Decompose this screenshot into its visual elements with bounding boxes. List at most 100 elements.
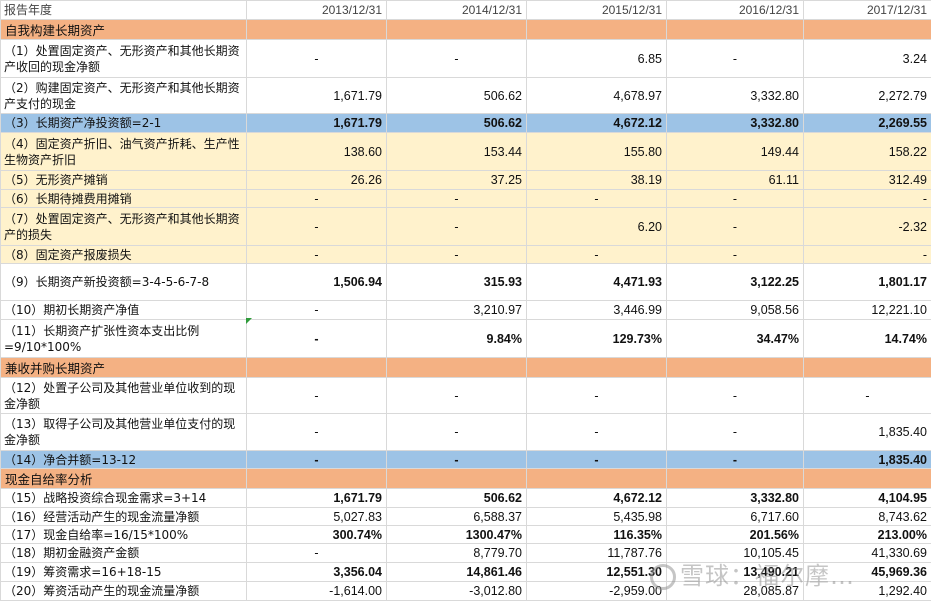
cell-value: 37.25 xyxy=(387,171,527,190)
cell-value: 8,743.62 xyxy=(804,508,931,526)
table-row: （12）处置子公司及其他营业单位收到的现金净额 - - - - - xyxy=(1,378,931,414)
cell-value: 506.62 xyxy=(387,489,527,508)
year-header: 2013/12/31 xyxy=(247,1,387,20)
table-row: （11）长期资产扩张性资本支出比例=9/10*100% - 9.84% 129.… xyxy=(1,320,931,358)
cell-value: - xyxy=(527,190,667,208)
cell-value: - xyxy=(387,246,527,264)
cell-value: 3,332.80 xyxy=(667,114,804,133)
row-label: （1）处置固定资产、无形资产和其他长期资产收回的现金净额 xyxy=(1,40,247,78)
cell-value: 14.74% xyxy=(804,320,931,358)
row-label: （13）取得子公司及其他营业单位支付的现金净额 xyxy=(1,414,247,451)
cell-value: 138.60 xyxy=(247,133,387,171)
cell-value: - xyxy=(667,451,804,469)
cell-value: 6.20 xyxy=(527,208,667,246)
section-title: 现金自给率分析 xyxy=(1,469,247,489)
table-row: （15）战略投资综合现金需求=3+14 1,671.79 506.62 4,67… xyxy=(1,489,931,508)
header-label: 报告年度 xyxy=(1,1,247,20)
cell-value: 34.47% xyxy=(667,320,804,358)
section-title: 兼收并购长期资产 xyxy=(1,358,247,378)
year-header: 2017/12/31 xyxy=(804,1,931,20)
cell-value: 3.24 xyxy=(804,40,931,78)
cell-value: 6,588.37 xyxy=(387,508,527,526)
cell-value: - xyxy=(804,190,931,208)
table-row: （2）购建固定资产、无形资产和其他长期资产支付的现金 1,671.79 506.… xyxy=(1,78,931,114)
cell-value: 4,672.12 xyxy=(527,114,667,133)
table-row: （14）净合并额=13-12 - - - - 1,835.40 xyxy=(1,451,931,469)
cell-value: 11,787.76 xyxy=(527,544,667,563)
comment-indicator-icon xyxy=(246,318,252,324)
row-label: （9）长期资产新投资额=3-4-5-6-7-8 xyxy=(1,264,247,301)
cell-value: -3,012.80 xyxy=(387,582,527,601)
watermark: 雪球：福尔摩… xyxy=(650,556,855,591)
cell-value: - xyxy=(527,451,667,469)
cell-value: 1300.47% xyxy=(387,526,527,544)
table-row: （8）固定资产报废损失 - - - - - xyxy=(1,246,931,264)
section-header-acquisition: 兼收并购长期资产 xyxy=(1,358,931,378)
cell-value: 3,446.99 xyxy=(527,301,667,320)
cell-value: - xyxy=(527,246,667,264)
cell-value: 506.62 xyxy=(387,78,527,114)
year-header: 2016/12/31 xyxy=(667,1,804,20)
cell-value: - xyxy=(804,378,931,414)
row-label: （3）长期资产净投资额=2-1 xyxy=(1,114,247,133)
cell-value: 201.56% xyxy=(667,526,804,544)
table-row: （5）无形资产摊销 26.26 37.25 38.19 61.11 312.49 xyxy=(1,171,931,190)
row-label: （4）固定资产折旧、油气资产折耗、生产性生物资产折旧 xyxy=(1,133,247,171)
cell-value: - xyxy=(387,378,527,414)
cell-value: - xyxy=(667,414,804,451)
cell-value: 300.74% xyxy=(247,526,387,544)
cell-value: 213.00% xyxy=(804,526,931,544)
cell-value: - xyxy=(247,190,387,208)
cell-value: - xyxy=(247,414,387,451)
snowball-logo-icon xyxy=(650,564,676,590)
cell-value: - xyxy=(247,208,387,246)
cell-value: 315.93 xyxy=(387,264,527,301)
cell-value: 4,672.12 xyxy=(527,489,667,508)
cell-value: 3,356.04 xyxy=(247,563,387,582)
cell-value: 129.73% xyxy=(527,320,667,358)
cell-value: -1,614.00 xyxy=(247,582,387,601)
cell-value: 116.35% xyxy=(527,526,667,544)
cell-value: 4,471.93 xyxy=(527,264,667,301)
cell-value: - xyxy=(247,378,387,414)
section-header-self-sufficiency: 现金自给率分析 xyxy=(1,469,931,489)
cell-value: 3,332.80 xyxy=(667,78,804,114)
table-row: （10）期初长期资产净值 - 3,210.97 3,446.99 9,058.5… xyxy=(1,301,931,320)
cell-value: 4,678.97 xyxy=(527,78,667,114)
table-row: （1）处置固定资产、无形资产和其他长期资产收回的现金净额 - - 6.85 - … xyxy=(1,40,931,78)
cell-value: 12,551.30 xyxy=(527,563,667,582)
cell-value: - xyxy=(667,208,804,246)
cell-value: 1,801.17 xyxy=(804,264,931,301)
row-label: （17）现金自给率=16/15*100% xyxy=(1,526,247,544)
cell-value: 6.85 xyxy=(527,40,667,78)
cell-value: - xyxy=(387,414,527,451)
cell-value: - xyxy=(247,544,387,563)
cell-value: 149.44 xyxy=(667,133,804,171)
cell-value: - xyxy=(387,451,527,469)
row-label: （14）净合并额=13-12 xyxy=(1,451,247,469)
cell-value: 4,104.95 xyxy=(804,489,931,508)
cell-value: 3,332.80 xyxy=(667,489,804,508)
cell-value: - xyxy=(247,301,387,320)
year-header: 2014/12/31 xyxy=(387,1,527,20)
table-row: （16）经营活动产生的现金流量净额 5,027.83 6,588.37 5,43… xyxy=(1,508,931,526)
financial-table: 报告年度 2013/12/31 2014/12/31 2015/12/31 20… xyxy=(0,0,931,601)
cell-value: - xyxy=(387,208,527,246)
cell-value: 3,210.97 xyxy=(387,301,527,320)
row-label: （18）期初金融资产金额 xyxy=(1,544,247,563)
row-label: （8）固定资产报废损失 xyxy=(1,246,247,264)
cell-value: 9.84% xyxy=(387,320,527,358)
cell-value: -2.32 xyxy=(804,208,931,246)
section-header-self-build: 自我构建长期资产 xyxy=(1,20,931,40)
row-label: （12）处置子公司及其他营业单位收到的现金净额 xyxy=(1,378,247,414)
cell-value: 8,779.70 xyxy=(387,544,527,563)
cell-value: 12,221.10 xyxy=(804,301,931,320)
table-row: （13）取得子公司及其他营业单位支付的现金净额 - - - - 1,835.40 xyxy=(1,414,931,451)
row-label: （5）无形资产摊销 xyxy=(1,171,247,190)
cell-value: - xyxy=(387,190,527,208)
cell-value: - xyxy=(667,190,804,208)
table-row: （9）长期资产新投资额=3-4-5-6-7-8 1,506.94 315.93 … xyxy=(1,264,931,301)
cell-value: 3,122.25 xyxy=(667,264,804,301)
row-label: （10）期初长期资产净值 xyxy=(1,301,247,320)
cell-value: 5,027.83 xyxy=(247,508,387,526)
